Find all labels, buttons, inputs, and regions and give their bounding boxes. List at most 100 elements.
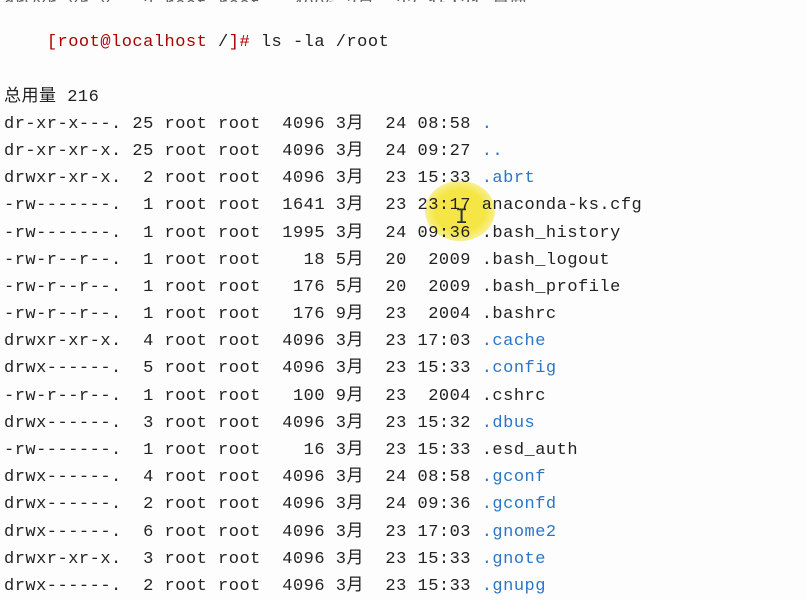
month: 5月 [336, 251, 375, 270]
file-row: drwx------. 3 root root 4096 3月 23 15:32… [4, 410, 802, 437]
links: 1 [132, 224, 153, 243]
group: root [218, 169, 261, 188]
month: 3月 [336, 441, 375, 460]
group: root [218, 441, 261, 460]
perms: -rw-r--r--. [4, 278, 132, 297]
perms: -rw-r--r--. [4, 251, 132, 270]
perms: drwx------. [4, 577, 132, 596]
owner: root [165, 495, 208, 514]
terminal-output[interactable]: drwxr-xr-x. 2 root root 4096 3月 23 15:21… [4, 0, 802, 600]
time: 17:03 [418, 523, 472, 542]
time: 08:58 [418, 115, 472, 134]
perms: drwxr-xr-x. [4, 332, 132, 351]
day: 23 [375, 550, 407, 569]
file-row: drwx------. 2 root root 4096 3月 24 09:36… [4, 491, 802, 518]
filename: .gnome2 [482, 523, 557, 542]
filename: .dbus [482, 414, 536, 433]
time: 17:03 [418, 332, 472, 351]
group: root [218, 305, 261, 324]
file-row: -rw-r--r--. 1 root root 100 9月 23 2004 .… [4, 383, 802, 410]
file-row: drwxr-xr-x. 4 root root 4096 3月 23 17:03… [4, 328, 802, 355]
filename: .. [482, 142, 503, 161]
month: 3月 [336, 359, 375, 378]
size: 4096 [272, 414, 326, 433]
month: 3月 [336, 414, 375, 433]
filename: .cshrc [482, 387, 546, 406]
time: 09:36 [418, 495, 472, 514]
month: 3月 [336, 495, 375, 514]
size: 4096 [272, 142, 326, 161]
perms: drwxr-xr-x. [4, 169, 132, 188]
links: 1 [132, 196, 153, 215]
perms: drwxr-xr-x. [4, 550, 132, 569]
perms: drwx------. [4, 359, 132, 378]
group: root [218, 414, 261, 433]
time: 09:36 [418, 224, 472, 243]
day: 20 [375, 251, 407, 270]
file-listing: dr-xr-x---. 25 root root 4096 3月 24 08:5… [4, 111, 802, 600]
group: root [218, 278, 261, 297]
day: 23 [375, 305, 407, 324]
command-prompt-line: [root@localhost /]# ls -la /root [4, 2, 802, 84]
size: 4096 [272, 359, 326, 378]
time: 2009 [418, 251, 472, 270]
links: 25 [132, 115, 153, 134]
owner: root [165, 387, 208, 406]
links: 2 [132, 577, 153, 596]
links: 1 [132, 441, 153, 460]
links: 2 [132, 495, 153, 514]
filename: .gnupg [482, 577, 546, 596]
owner: root [165, 115, 208, 134]
group: root [218, 196, 261, 215]
group: root [218, 387, 261, 406]
owner: root [165, 278, 208, 297]
day: 23 [375, 577, 407, 596]
file-row: -rw-r--r--. 1 root root 176 9月 23 2004 .… [4, 301, 802, 328]
size: 4096 [272, 523, 326, 542]
month: 3月 [336, 169, 375, 188]
size: 176 [272, 305, 326, 324]
group: root [218, 142, 261, 161]
links: 4 [132, 468, 153, 487]
month: 3月 [336, 332, 375, 351]
owner: root [165, 441, 208, 460]
file-row: -rw-------. 1 root root 1641 3月 23 23:17… [4, 192, 802, 219]
filename: .gconfd [482, 495, 557, 514]
time: 15:33 [418, 550, 472, 569]
size: 4096 [272, 115, 326, 134]
time: 2004 [418, 305, 472, 324]
month: 3月 [336, 468, 375, 487]
month: 3月 [336, 224, 375, 243]
file-row: dr-xr-x---. 25 root root 4096 3月 24 08:5… [4, 111, 802, 138]
owner: root [165, 169, 208, 188]
month: 3月 [336, 115, 375, 134]
owner: root [165, 468, 208, 487]
group: root [218, 251, 261, 270]
perms: -rw-r--r--. [4, 387, 132, 406]
time: 15:33 [418, 359, 472, 378]
size: 4096 [272, 332, 326, 351]
day: 23 [375, 169, 407, 188]
file-row: -rw-------. 1 root root 16 3月 23 15:33 .… [4, 437, 802, 464]
links: 3 [132, 414, 153, 433]
links: 1 [132, 251, 153, 270]
file-row: drwx------. 5 root root 4096 3月 23 15:33… [4, 355, 802, 382]
filename: .bash_history [482, 224, 621, 243]
month: 3月 [336, 196, 375, 215]
group: root [218, 550, 261, 569]
file-row: drwxr-xr-x. 2 root root 4096 3月 23 15:33… [4, 165, 802, 192]
size: 100 [272, 387, 326, 406]
filename: .bash_profile [482, 278, 621, 297]
month: 5月 [336, 278, 375, 297]
size: 16 [272, 441, 326, 460]
perms: -rw-------. [4, 441, 132, 460]
group: root [218, 332, 261, 351]
day: 23 [375, 523, 407, 542]
owner: root [165, 577, 208, 596]
group: root [218, 495, 261, 514]
file-row: -rw-r--r--. 1 root root 176 5月 20 2009 .… [4, 274, 802, 301]
file-row: drwx------. 2 root root 4096 3月 23 15:33… [4, 573, 802, 600]
size: 4096 [272, 468, 326, 487]
owner: root [165, 224, 208, 243]
group: root [218, 224, 261, 243]
